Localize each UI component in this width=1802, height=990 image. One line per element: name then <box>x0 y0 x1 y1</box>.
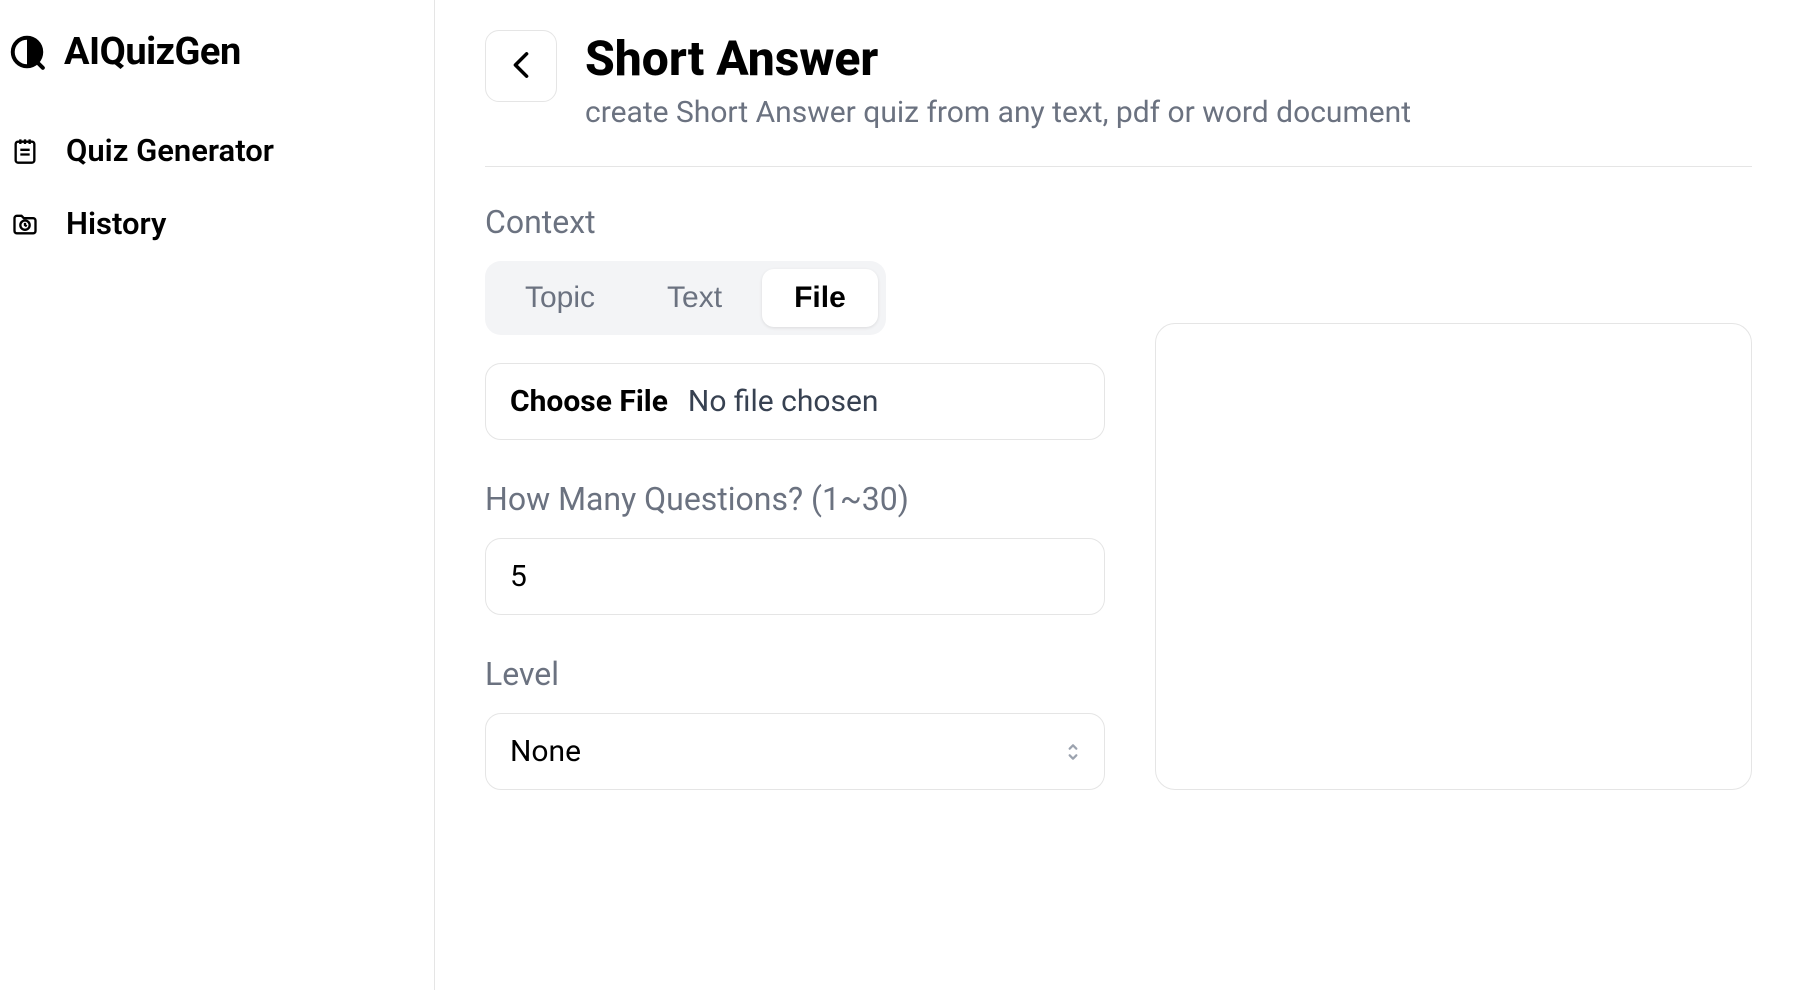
context-tabs: Topic Text File <box>485 261 886 335</box>
back-button[interactable] <box>485 30 557 102</box>
sidebar-item-quiz-generator[interactable]: Quiz Generator <box>0 114 434 187</box>
tab-text[interactable]: Text <box>635 269 754 327</box>
choose-file-button: Choose File <box>510 384 668 419</box>
level-label: Level <box>485 655 1105 693</box>
sidebar-item-label: Quiz Generator <box>66 132 274 169</box>
form-section: Context Topic Text File Choose File No f… <box>485 203 1105 790</box>
file-status-text: No file chosen <box>688 384 879 419</box>
history-icon <box>10 209 40 239</box>
level-select[interactable]: None <box>485 713 1105 790</box>
app-name: AIQuizGen <box>64 30 241 74</box>
sidebar-item-label: History <box>66 205 166 242</box>
page-subtitle: create Short Answer quiz from any text, … <box>585 95 1752 130</box>
sidebar-item-history[interactable]: History <box>0 187 434 260</box>
tab-topic[interactable]: Topic <box>493 269 627 327</box>
tab-file[interactable]: File <box>762 269 878 327</box>
notepad-icon <box>10 136 40 166</box>
page-header: Short Answer create Short Answer quiz fr… <box>485 30 1752 167</box>
level-value: None <box>510 734 581 769</box>
context-label: Context <box>485 203 1105 241</box>
questions-count-input[interactable] <box>485 538 1105 615</box>
sidebar: AIQuizGen Quiz Generator History <box>0 0 435 990</box>
content-area: Context Topic Text File Choose File No f… <box>485 203 1752 790</box>
questions-label: How Many Questions? (1~30) <box>485 480 1105 518</box>
header-text: Short Answer create Short Answer quiz fr… <box>585 30 1752 130</box>
select-chevron-icon <box>1066 742 1080 762</box>
preview-panel <box>1155 323 1752 790</box>
file-input[interactable]: Choose File No file chosen <box>485 363 1105 440</box>
page-title: Short Answer <box>585 30 1752 87</box>
chevron-left-icon <box>511 51 531 82</box>
logo-icon <box>8 33 46 71</box>
app-logo[interactable]: AIQuizGen <box>0 20 434 114</box>
main-content: Short Answer create Short Answer quiz fr… <box>435 0 1802 990</box>
